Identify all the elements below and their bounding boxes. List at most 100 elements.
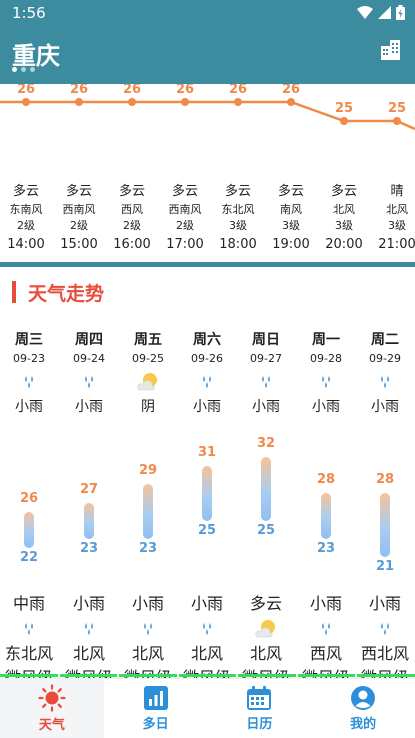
night-icon-wrap (179, 618, 235, 640)
day-condition: 小雨 (371, 399, 399, 415)
hourly-wind: 东南风 (9, 203, 43, 216)
hourly-item[interactable]: 多云 北风 3级 20:00 (317, 182, 371, 255)
night-condition: 小雨 (368, 594, 401, 613)
nav-tab-label: 日历 (246, 717, 273, 732)
hourly-item[interactable]: 多云 东北风 3级 18:00 (211, 182, 265, 255)
hourly-item[interactable]: 多云南风 3级 19:00 (264, 182, 318, 255)
hourly-temp-point (181, 98, 189, 106)
hourly-condition: 多云 (330, 184, 357, 199)
hourly-time: 20:00 (325, 237, 363, 252)
rain-icon (203, 376, 211, 388)
night-condition: 多云 (249, 594, 282, 613)
hourly-wind-level: 2级 (123, 219, 141, 232)
nav-tab-weather[interactable]: 天气 (0, 679, 104, 738)
high-temp-label: 29 (138, 463, 158, 479)
hourly-item[interactable]: 多云西南风 2级 17:00 (158, 182, 212, 255)
day-condition: 小雨 (252, 399, 280, 415)
hourly-wind-level: 2级 (176, 219, 194, 232)
status-time: 1:56 (12, 4, 46, 22)
hourly-condition: 晴 (390, 184, 404, 199)
day-icon-wrap (357, 371, 413, 393)
rain-icon (381, 376, 389, 388)
bottom-nav: 天气 多日 日历 我的 (0, 678, 415, 738)
day-icon-wrap (298, 371, 354, 393)
night-wind: 北风 (190, 644, 223, 663)
hourly-item[interactable]: 多云西南风 2级 15:00 (52, 182, 106, 255)
cloudy-sun-icon (137, 373, 157, 391)
hourly-time: 17:00 (166, 237, 204, 252)
nav-top-line (0, 674, 415, 677)
rain-icon (25, 376, 33, 388)
day-icon-wrap (61, 371, 117, 393)
hourly-item[interactable]: 晴北风 3级 21:00 (370, 182, 415, 255)
hourly-temp-label: 26 (175, 84, 195, 97)
night-wind: 东北风 (4, 644, 53, 663)
night-icon-wrap (357, 618, 413, 640)
low-temp-label: 25 (256, 522, 276, 538)
temp-range-bar (202, 466, 212, 521)
hourly-time: 19:00 (272, 237, 310, 252)
hourly-temp-label: 25 (387, 101, 407, 116)
day-condition: 小雨 (75, 399, 103, 415)
night-wind: 北风 (131, 644, 164, 663)
hourly-temp-label: 26 (122, 84, 142, 97)
hourly-time: 18:00 (219, 237, 257, 252)
day-icon-wrap (1, 371, 57, 393)
high-temp-label: 28 (316, 472, 336, 488)
hourly-condition: 多云 (277, 184, 304, 199)
hourly-wind: 西南风 (168, 203, 202, 216)
high-temp-label: 32 (256, 436, 276, 451)
night-condition: 小雨 (190, 594, 223, 613)
day-icon-wrap (120, 371, 176, 393)
nav-tab-multiday[interactable]: 多日 (104, 679, 208, 738)
page-dot (21, 67, 26, 72)
hourly-item[interactable]: 多云 西风 2级 16:00 (105, 182, 159, 255)
hourly-wind-level: 3级 (282, 219, 300, 232)
day-weekday: 周日 (252, 332, 280, 348)
nav-tab-mine[interactable]: 我的 (311, 679, 415, 738)
nav-tab-label: 我的 (350, 717, 377, 732)
bar-chart-icon (143, 686, 168, 710)
hourly-wind: 西南风 (62, 203, 96, 216)
night-condition: 小雨 (131, 594, 164, 613)
calendar-icon (247, 686, 272, 710)
temp-range-bar (24, 511, 34, 548)
hourly-temp-label: 26 (281, 84, 301, 97)
city-manage-icon[interactable] (379, 38, 403, 62)
hourly-wind-level: 3级 (335, 219, 353, 232)
day-weekday: 周二 (371, 332, 399, 348)
hourly-forecast[interactable]: 26 多云 东南风 2级 14:00 26 多云 西南风 2级 15:00 26 多云 西风 2级 16:0… (0, 84, 415, 260)
day-weekday: 周三 (15, 332, 43, 348)
day-weekday: 周四 (75, 332, 103, 348)
section-divider (0, 262, 415, 267)
night-icon-wrap (1, 618, 57, 640)
day-weekday: 周一 (312, 332, 340, 348)
nav-tab-calendar[interactable]: 日历 (208, 679, 312, 738)
high-temp-label: 28 (375, 472, 395, 488)
rain-icon (381, 623, 389, 635)
battery-icon (396, 5, 405, 20)
hourly-wind: 南风 (280, 203, 302, 216)
hourly-time: 15:00 (60, 237, 98, 252)
night-icon-wrap (298, 618, 354, 640)
wifi-icon (357, 6, 373, 19)
hourly-temp-label: 26 (16, 84, 36, 97)
hourly-temp-point (340, 117, 348, 125)
high-temp-label: 31 (197, 445, 217, 461)
rain-icon (85, 623, 93, 635)
hourly-temp-point (287, 98, 295, 106)
nav-tab-label: 天气 (38, 718, 65, 733)
day-icon-wrap (238, 371, 294, 393)
hourly-temp-point (393, 117, 401, 125)
night-wind: 北风 (72, 644, 105, 663)
page-indicator (12, 67, 35, 72)
day-date: 09-23 (13, 352, 45, 365)
hourly-condition: 多云 (65, 184, 92, 199)
day-date: 09-25 (132, 352, 164, 365)
hourly-item[interactable]: 多云 东南风 2级 14:00 (0, 182, 53, 255)
hourly-condition: 多云 (171, 184, 198, 199)
hourly-wind: 西风 (121, 203, 143, 216)
temp-range-bar (143, 484, 153, 539)
hourly-temp-point (75, 98, 83, 106)
hourly-wind-level: 2级 (70, 219, 88, 232)
